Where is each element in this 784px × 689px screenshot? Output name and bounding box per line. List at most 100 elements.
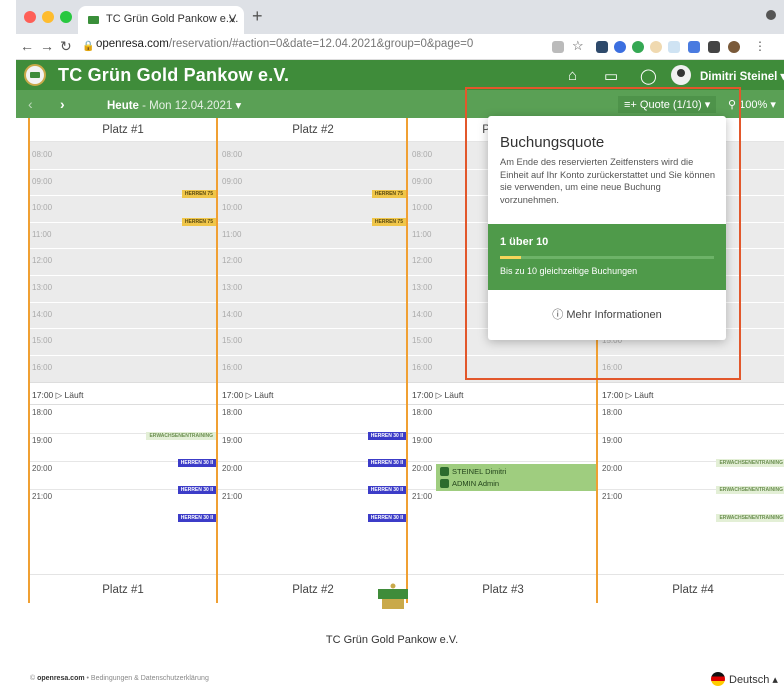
footer-legal: © openresa.com • Bedingungen & Datenschu… <box>30 675 209 682</box>
avatar[interactable] <box>671 65 691 85</box>
reservation-tag[interactable]: HERREN 30 II <box>177 514 216 522</box>
current-time-label: 17:00 ▷ Läuft <box>602 390 654 400</box>
puzzle-icon[interactable] <box>708 41 720 53</box>
time-label: 19:00 <box>412 436 433 445</box>
reservation-tag[interactable]: ERWACHSENENTRAINING <box>716 459 784 467</box>
minimize-window-icon[interactable] <box>42 11 54 23</box>
chat-icon[interactable]: ◯ <box>640 67 657 85</box>
running-label: Läuft <box>444 390 464 400</box>
extension-icon[interactable] <box>668 41 680 53</box>
close-tab-icon[interactable]: × <box>228 12 236 27</box>
hour-divider <box>218 168 408 170</box>
hour-divider <box>28 328 218 330</box>
time-label: 12:00 <box>222 256 243 266</box>
time-label: 21:00 <box>32 492 53 501</box>
time-label: 20:00 <box>222 464 243 473</box>
profile-avatar-icon[interactable] <box>728 41 740 53</box>
reservation-tag[interactable]: HERREN 30 II <box>177 459 216 467</box>
hour-divider <box>218 248 408 250</box>
my-booking[interactable]: STEINEL Dimitri ADMIN Admin <box>436 464 596 491</box>
time-label: 12:00 <box>32 256 53 266</box>
time-label: 10:00 <box>222 203 243 213</box>
extension-icon[interactable] <box>596 41 608 53</box>
time-label: 16:00 <box>412 362 433 372</box>
bookmark-star-icon[interactable]: ☆ <box>572 38 584 54</box>
closed-period <box>218 142 408 382</box>
date-selector[interactable]: Heute - Mon 12.04.2021 ▾ <box>107 98 241 112</box>
hour-divider <box>408 461 598 462</box>
forward-icon[interactable]: → <box>40 38 54 54</box>
current-time: 17:00 <box>602 390 624 400</box>
time-label: 14:00 <box>412 309 433 319</box>
time-label: 10:00 <box>32 203 53 213</box>
reservation-tag[interactable]: HERREN 75 <box>371 218 406 226</box>
current-time-row: 17:00 ▷ Läuft <box>218 382 408 405</box>
translate-icon[interactable] <box>552 41 564 53</box>
extension-icon[interactable] <box>632 41 644 53</box>
url-host: openresa.com <box>96 38 169 50</box>
hour-divider <box>28 275 218 276</box>
close-window-icon[interactable] <box>24 11 36 23</box>
time-label: 11:00 <box>32 229 52 239</box>
current-time: 17:00 <box>32 390 54 400</box>
reservation-tag[interactable]: HERREN 75 <box>181 190 216 198</box>
new-tab-icon[interactable]: + <box>252 6 263 27</box>
running-label: Läuft <box>634 390 654 400</box>
reservation-tag[interactable]: ERWACHSENENTRAINING <box>716 486 784 494</box>
hour-divider <box>598 433 784 434</box>
club-footer-logo <box>378 583 408 609</box>
previous-day-icon[interactable]: ‹ <box>28 96 33 112</box>
hour-divider <box>28 354 218 356</box>
language-selector[interactable]: Deutsch ▴ <box>711 672 778 686</box>
club-title[interactable]: TC Grün Gold Pankow e.V. <box>58 65 289 86</box>
app-header: TC Grün Gold Pankow e.V. ⌂ ▭ ◯ Dimitri S… <box>16 60 784 90</box>
court-column: 08:00 09:00 10:00 11:00 12:00 13:00 14:00 15:00… <box>218 118 408 603</box>
reservation-tag[interactable]: HERREN 30 II <box>367 459 406 467</box>
time-label: 19:00 <box>32 436 53 445</box>
next-day-icon[interactable]: › <box>60 96 65 112</box>
browser-tab[interactable]: TC Grün Gold Pankow e.V. × <box>78 6 244 34</box>
lock-icon: 🔒 <box>82 41 95 52</box>
reservation-tag[interactable]: HERREN 30 II <box>177 486 216 494</box>
url-field[interactable]: openresa.com/reservation/#action=0&date=… <box>96 38 473 50</box>
time-label: 13:00 <box>222 283 243 292</box>
hour-divider <box>28 301 218 303</box>
reload-icon[interactable]: ↻ <box>60 38 72 55</box>
club-logo[interactable] <box>24 64 46 86</box>
time-label: 21:00 <box>412 492 433 501</box>
time-label: 21:00 <box>222 492 243 501</box>
reservation-tag[interactable]: HERREN 30 II <box>367 432 406 440</box>
current-time-row: 17:00 ▷ Läuft <box>28 382 218 405</box>
extension-icon[interactable] <box>688 41 700 53</box>
footer-host-link[interactable]: openresa.com <box>37 675 84 682</box>
user-menu[interactable]: Dimitri Steinel ▾ <box>700 69 784 83</box>
home-icon[interactable]: ⌂ <box>568 67 577 84</box>
extension-icon[interactable] <box>650 41 662 53</box>
time-label: 19:00 <box>602 436 623 445</box>
menu-kebab-icon[interactable]: ⋮ <box>754 39 766 53</box>
hour-divider <box>218 301 408 303</box>
reservation-tag[interactable]: HERREN 30 II <box>367 514 406 522</box>
closed-period <box>28 142 218 382</box>
time-label: 15:00 <box>32 336 53 346</box>
reservation-tag[interactable]: ERWACHSENENTRAINING <box>716 514 784 522</box>
maximize-window-icon[interactable] <box>60 11 72 23</box>
calendar-icon[interactable]: ▭ <box>604 67 619 89</box>
admin-icon <box>440 479 449 488</box>
current-time-row: 17:00 ▷ Läuft <box>408 382 598 405</box>
footer-terms-link[interactable]: • Bedingungen & Datenschutzerklärung <box>85 675 209 682</box>
reservation-tag[interactable]: HERREN 30 II <box>367 486 406 494</box>
booking-player: STEINEL Dimitri <box>452 467 507 476</box>
reservation-tag[interactable]: HERREN 75 <box>371 190 406 198</box>
time-label: 13:00 <box>412 283 433 292</box>
current-time: 17:00 <box>222 390 244 400</box>
time-label: 08:00 <box>32 150 53 159</box>
time-label: 15:00 <box>412 336 433 346</box>
back-icon[interactable]: ← <box>20 38 34 54</box>
time-label: 21:00 <box>602 492 623 501</box>
browser-profile-icon[interactable] <box>766 10 776 20</box>
reservation-tag[interactable]: ERWACHSENENTRAINING <box>146 432 216 440</box>
extension-icon[interactable] <box>614 41 626 53</box>
reservation-tag[interactable]: HERREN 75 <box>181 218 216 226</box>
hour-divider <box>218 328 408 330</box>
